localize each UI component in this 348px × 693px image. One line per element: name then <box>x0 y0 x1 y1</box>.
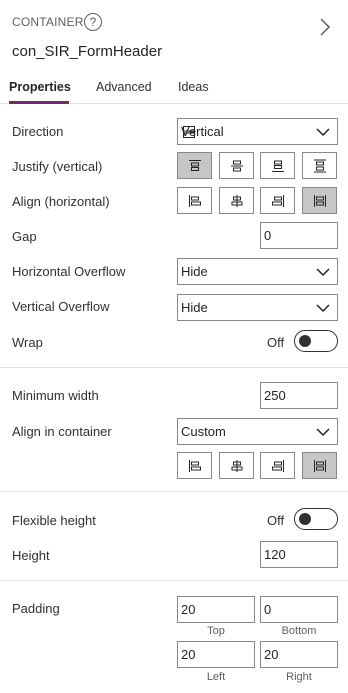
justify-center-button[interactable] <box>219 152 254 179</box>
padding-left-value: 20 <box>181 647 196 662</box>
align-in-container-label: Align in container <box>12 424 112 439</box>
toggle-knob <box>299 335 311 347</box>
align-stretch-icon <box>314 195 326 207</box>
padding-left-input[interactable]: 20 <box>177 641 255 668</box>
justify-space-between-icon <box>314 159 326 173</box>
justify-end-icon <box>272 160 284 172</box>
align-left-icon <box>189 460 201 472</box>
align-stretch-button[interactable] <box>302 187 337 214</box>
justify-start-icon <box>189 160 201 171</box>
vertical-overflow-value: Hide <box>181 300 208 315</box>
tab-ideas[interactable]: Ideas <box>178 80 209 94</box>
chevron-down-icon <box>316 428 330 437</box>
align-right-icon <box>272 195 284 207</box>
gap-value: 0 <box>264 228 272 243</box>
justify-space-between-button[interactable] <box>302 152 337 179</box>
min-width-label: Minimum width <box>12 388 99 403</box>
wrap-state-text: Off <box>267 335 285 350</box>
align-self-stretch-button[interactable] <box>302 452 337 479</box>
min-width-value: 250 <box>264 388 286 403</box>
padding-bottom-input[interactable]: 0 <box>260 596 338 623</box>
control-type-label: CONTAINER <box>12 15 84 29</box>
justify-label: Justify (vertical) <box>12 159 103 174</box>
padding-left-caption: Left <box>206 671 226 683</box>
padding-top-value: 20 <box>181 602 196 617</box>
align-in-container-value: Custom <box>181 424 226 439</box>
flexible-height-label: Flexible height <box>12 513 96 528</box>
vertical-overflow-dropdown[interactable]: Hide <box>177 294 338 321</box>
align-label: Align (horizontal) <box>12 194 110 209</box>
chevron-right-icon[interactable] <box>318 17 332 37</box>
horizontal-overflow-value: Hide <box>181 264 208 279</box>
flexible-height-state-text: Off <box>267 513 285 528</box>
section-divider <box>0 367 348 368</box>
align-self-start-button[interactable] <box>177 452 212 479</box>
gap-label: Gap <box>12 229 37 244</box>
direction-label: Direction <box>12 124 64 139</box>
tab-advanced[interactable]: Advanced <box>96 80 152 94</box>
height-label: Height <box>12 548 50 563</box>
align-center-icon <box>231 460 243 472</box>
justify-start-button[interactable] <box>177 152 212 179</box>
height-value: 120 <box>264 547 286 562</box>
align-self-end-button[interactable] <box>260 452 295 479</box>
padding-top-caption: Top <box>207 625 225 637</box>
horizontal-overflow-dropdown[interactable]: Hide <box>177 258 338 285</box>
direction-value: Vertical <box>181 124 224 139</box>
align-center-button[interactable] <box>219 187 254 214</box>
padding-right-value: 20 <box>264 647 279 662</box>
chevron-down-icon <box>316 128 330 137</box>
padding-bottom-value: 0 <box>264 602 272 617</box>
align-right-icon <box>272 460 284 472</box>
section-divider <box>0 580 348 581</box>
chevron-down-icon <box>316 268 330 277</box>
align-in-container-dropdown[interactable]: Custom <box>177 418 338 445</box>
gap-input[interactable]: 0 <box>260 222 338 249</box>
padding-right-caption: Right <box>286 671 312 683</box>
align-end-button[interactable] <box>260 187 295 214</box>
align-center-icon <box>231 195 243 207</box>
tab-properties[interactable]: Properties <box>9 80 71 94</box>
chevron-down-icon <box>316 304 330 313</box>
padding-bottom-caption: Bottom <box>281 625 317 637</box>
help-icon[interactable]: ? <box>84 13 102 31</box>
active-tab-indicator <box>9 101 69 104</box>
padding-top-input[interactable]: 20 <box>177 596 255 623</box>
min-width-input[interactable]: 250 <box>260 382 338 409</box>
horizontal-overflow-label: Horizontal Overflow <box>12 264 126 279</box>
section-divider <box>0 491 348 492</box>
height-input[interactable]: 120 <box>260 541 338 568</box>
wrap-label: Wrap <box>12 335 43 350</box>
control-name: con_SIR_FormHeader <box>12 43 163 60</box>
wrap-toggle[interactable] <box>294 330 338 352</box>
align-self-center-button[interactable] <box>219 452 254 479</box>
padding-label: Padding <box>12 601 60 616</box>
padding-right-input[interactable]: 20 <box>260 641 338 668</box>
align-start-button[interactable] <box>177 187 212 214</box>
property-tabs: Properties Advanced Ideas <box>0 76 348 104</box>
toggle-knob <box>299 513 311 525</box>
justify-end-button[interactable] <box>260 152 295 179</box>
vertical-overflow-label: Vertical Overflow <box>12 299 110 314</box>
justify-center-icon <box>231 160 243 172</box>
flexible-height-toggle[interactable] <box>294 508 338 530</box>
align-stretch-icon <box>314 460 326 472</box>
align-left-icon <box>189 195 201 207</box>
direction-dropdown[interactable]: Vertical <box>177 118 338 145</box>
